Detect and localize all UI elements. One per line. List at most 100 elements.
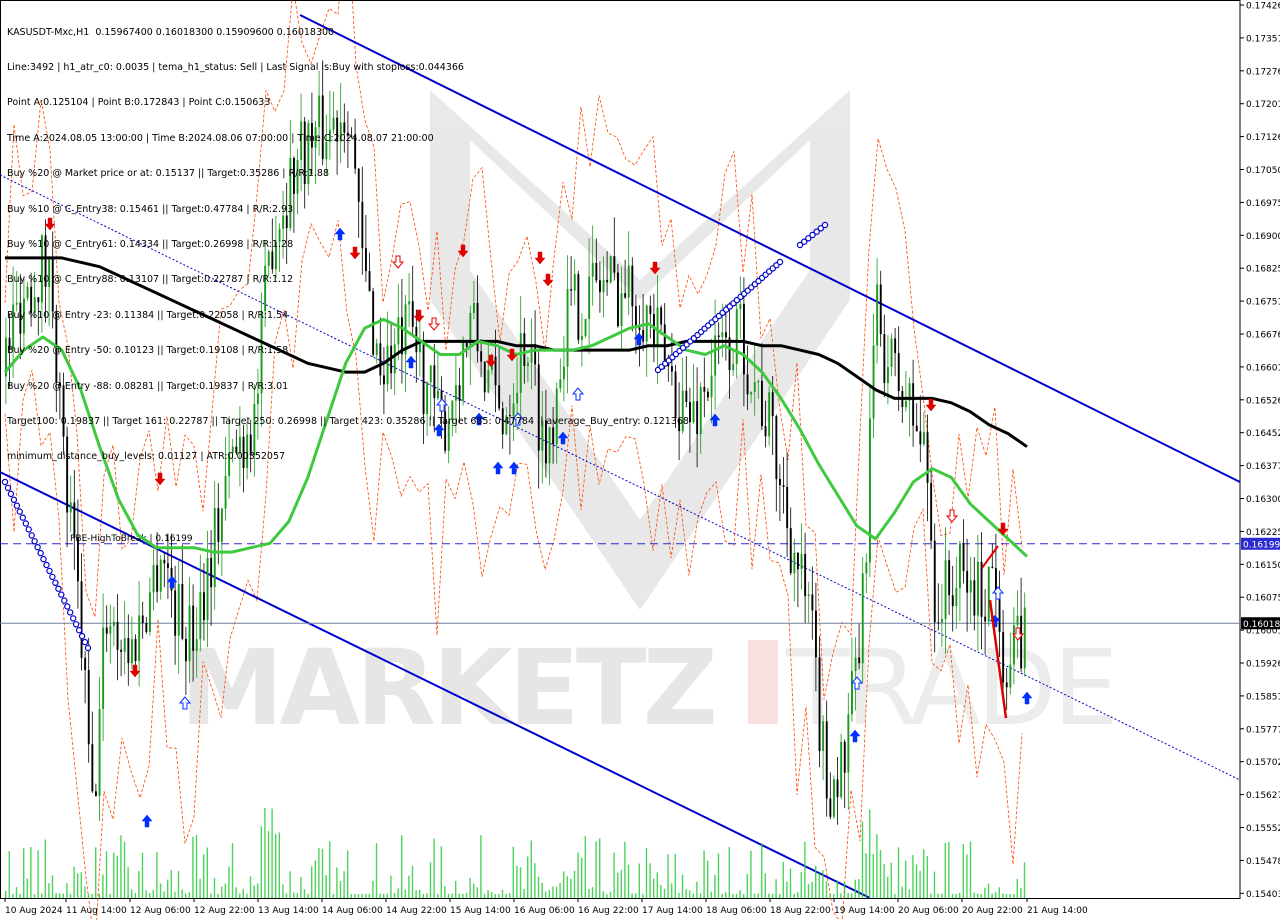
- candle-body: [159, 559, 162, 592]
- candle-body: [890, 338, 893, 367]
- volume-bar: [573, 870, 576, 898]
- candle-body: [156, 565, 159, 592]
- volume-bar: [595, 841, 597, 898]
- volume-bar: [660, 884, 662, 898]
- y-tick-label: 0.15777: [1246, 725, 1280, 735]
- candle-body: [1009, 664, 1012, 688]
- volume-bar: [260, 826, 262, 898]
- candle-body: [800, 553, 803, 570]
- volume-bar: [890, 862, 892, 898]
- y-tick-label: 0.16225: [1246, 528, 1280, 538]
- candle-body: [145, 623, 148, 632]
- volume-bar: [192, 836, 194, 898]
- volume-bar: [563, 871, 565, 898]
- candle-body: [876, 284, 879, 346]
- info-panel: KASUSDT-Mxc,H1 0.15967400 0.16018300 0.1…: [7, 3, 689, 475]
- x-tick-label: 14 Aug 22:00: [386, 906, 447, 916]
- candle-body: [933, 540, 936, 623]
- candle-body: [91, 744, 94, 792]
- candle-body: [717, 335, 720, 338]
- candle-body: [199, 592, 202, 640]
- candle-body: [779, 479, 781, 486]
- volume-bar: [401, 835, 403, 898]
- volume-bar: [300, 876, 302, 898]
- volume-bar: [905, 860, 907, 898]
- volume-bar: [217, 893, 219, 898]
- volume-bar: [210, 893, 212, 898]
- volume-bar: [951, 894, 954, 898]
- volume-bar: [1002, 893, 1004, 898]
- x-tick-label: 20 Aug 22:00: [962, 906, 1023, 916]
- volume-bar: [883, 864, 885, 898]
- volume-bar: [311, 866, 313, 898]
- candle-body: [73, 502, 76, 538]
- volume-bar: [797, 891, 799, 898]
- volume-bar: [944, 842, 946, 898]
- volume-bar: [48, 883, 50, 898]
- candle-body: [998, 594, 1001, 632]
- trend-marker-icon: [37, 549, 44, 557]
- candle-body: [883, 334, 886, 383]
- volume-bar: [966, 854, 968, 898]
- candle-body: [962, 543, 965, 571]
- volume-bar: [501, 889, 504, 898]
- volume-bar: [145, 890, 147, 898]
- volume-bar: [235, 887, 237, 898]
- trend-marker-icon: [64, 603, 71, 610]
- volume-bar: [188, 892, 190, 898]
- volume-bar: [840, 893, 842, 898]
- y-tick-label: 0.17126: [1246, 133, 1280, 143]
- y-tick-label: 0.17426: [1246, 2, 1280, 12]
- volume-bar: [41, 893, 43, 898]
- volume-bar: [761, 843, 763, 898]
- candle-body: [984, 616, 987, 622]
- volume-bar: [519, 867, 522, 898]
- candle-body: [102, 627, 105, 709]
- volume-bar: [732, 894, 734, 898]
- volume-bar: [570, 878, 572, 898]
- x-tick-label: 12 Aug 06:00: [130, 906, 191, 916]
- candle-body: [213, 508, 216, 588]
- candle-body: [131, 639, 133, 664]
- candle-body: [775, 416, 778, 480]
- candle-body: [127, 638, 130, 663]
- y-tick-label: 0.15926: [1246, 660, 1280, 670]
- candle-body: [692, 401, 695, 423]
- volume-bar: [627, 864, 630, 898]
- x-tick-label: 16 Aug 06:00: [514, 906, 575, 916]
- volume-bar: [224, 883, 226, 898]
- candle-body: [815, 610, 817, 658]
- volume-bar: [213, 877, 216, 898]
- candle-body: [951, 595, 954, 607]
- volume-bar: [84, 886, 86, 898]
- candle-body: [937, 622, 940, 624]
- candle-body: [87, 670, 90, 745]
- volume-bar: [242, 888, 244, 898]
- info-line: Buy %10 @ Entry -23: 0.11384 || Target:0…: [7, 309, 289, 321]
- volume-bar: [123, 841, 126, 898]
- info-line: Target100: 0.19837 || Target 161: 0.2278…: [7, 415, 689, 427]
- info-line: Buy %20 @ Market price or at: 0.15137 ||…: [7, 168, 329, 180]
- volume-bar: [458, 893, 460, 898]
- candle-body: [789, 528, 792, 573]
- candle-body: [959, 543, 961, 589]
- y-tick-label: 0.17201: [1246, 100, 1280, 110]
- volume-bar: [447, 893, 450, 898]
- candle-body: [80, 581, 83, 658]
- trend-marker-icon: [81, 638, 89, 646]
- candle-body: [725, 332, 727, 338]
- x-tick-label: 20 Aug 06:00: [898, 906, 959, 916]
- candle-body: [735, 309, 738, 364]
- volume-bar: [714, 874, 716, 898]
- trend-marker-icon: [7, 490, 15, 498]
- trend-marker-icon: [4, 484, 12, 492]
- volume-bar: [901, 886, 903, 898]
- trend-marker-icon: [821, 221, 829, 229]
- volume-bar: [919, 870, 921, 898]
- volume-bar: [548, 890, 550, 898]
- trend-marker-icon: [10, 496, 18, 503]
- y-tick-label: 0.16825: [1246, 265, 1280, 275]
- volume-bar: [779, 894, 781, 898]
- volume-bar: [98, 893, 100, 898]
- volume-bar: [30, 847, 32, 898]
